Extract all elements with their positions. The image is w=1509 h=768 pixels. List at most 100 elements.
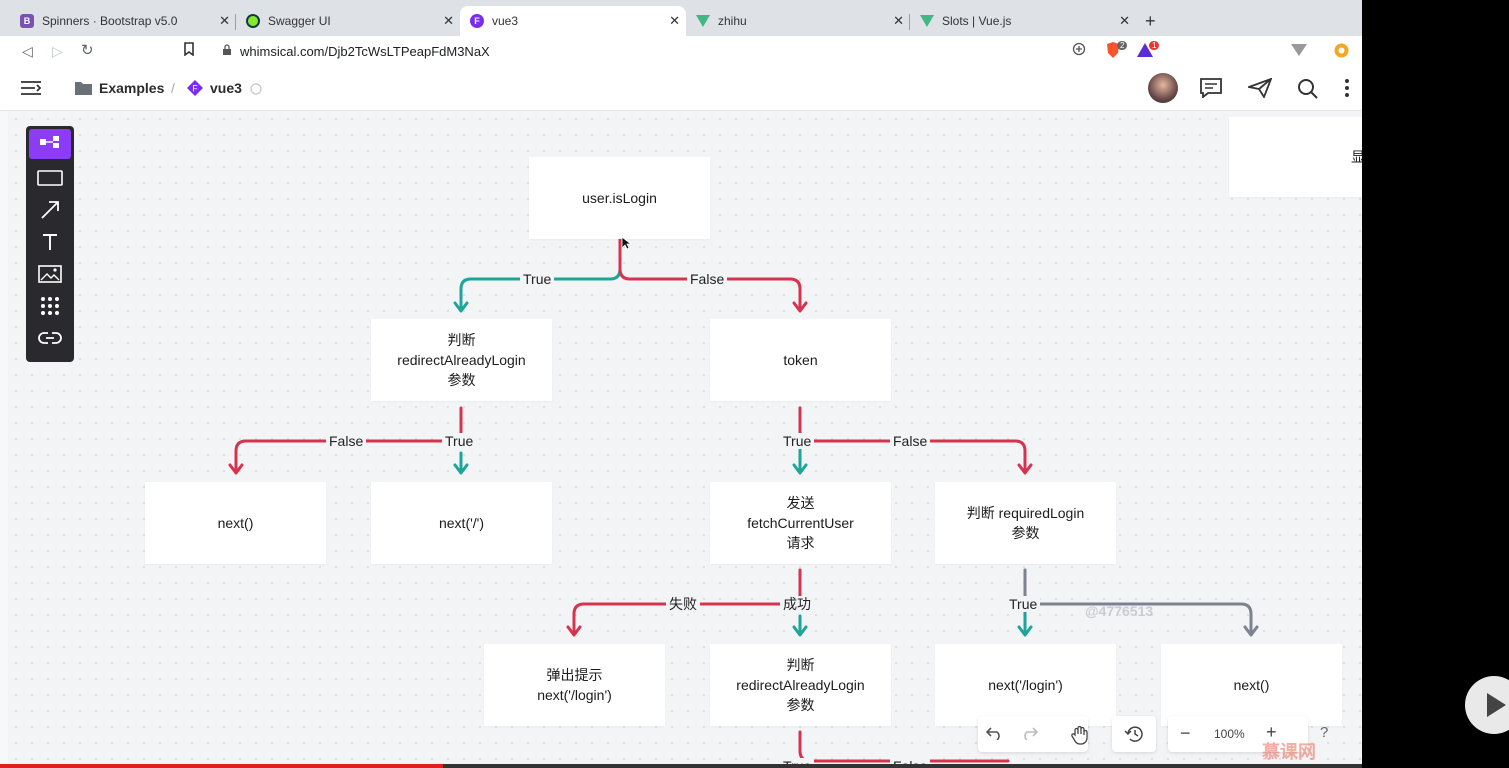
comment-icon[interactable] — [1200, 78, 1222, 103]
hand-tool-icon[interactable] — [1070, 725, 1090, 750]
grid-tool[interactable] — [32, 294, 68, 322]
play-icon — [1485, 692, 1507, 723]
connector-false — [798, 730, 1010, 763]
alert-badge: 1 — [1149, 41, 1160, 50]
tab-vue3[interactable]: F vue3 ✕ — [460, 6, 686, 36]
tab-label: Swagger UI — [268, 14, 331, 28]
folder-icon — [75, 81, 92, 100]
breadcrumb-separator: / — [171, 80, 175, 96]
tab-slots[interactable]: Slots | Vue.js ✕ — [910, 6, 1136, 36]
breadcrumb-file[interactable]: vue3 — [210, 80, 242, 96]
grid-dots-icon — [40, 296, 60, 321]
flow-node-next-root[interactable]: next('/') — [371, 482, 552, 564]
brand-watermark: 慕课网 — [1262, 742, 1316, 762]
new-tab-button[interactable]: + — [1145, 12, 1156, 30]
arrow-tool[interactable] — [32, 198, 68, 226]
extension-icon[interactable] — [1291, 43, 1307, 59]
tab-swagger[interactable]: Swagger UI ✕ — [236, 6, 460, 36]
flow-node-judge-redirect[interactable]: 判断 redirectAlreadyLogin 参数 — [371, 319, 552, 401]
rectangle-icon — [37, 169, 63, 191]
flow-node-partial[interactable]: 显 — [1229, 117, 1362, 197]
reload-icon[interactable]: ↻ — [81, 41, 94, 59]
add-site-icon[interactable] — [1072, 42, 1086, 59]
edge-label-true: True — [520, 271, 555, 287]
app-header: Examples / F vue3 — [0, 66, 1362, 111]
zoom-out-icon[interactable]: − — [1180, 723, 1191, 744]
avatar[interactable] — [1148, 73, 1178, 103]
tab-label: zhihu — [718, 14, 747, 28]
close-icon[interactable]: ✕ — [443, 13, 454, 29]
text-icon — [41, 233, 59, 256]
url-text[interactable]: whimsical.com/Djb2TcWsLTPeapFdM3NaX — [240, 44, 490, 59]
redo-icon[interactable] — [1020, 726, 1039, 745]
zoom-level[interactable]: 100% — [1214, 727, 1245, 741]
flow-node-next-login[interactable]: next('/login') — [935, 644, 1116, 726]
text-tool[interactable] — [32, 230, 68, 258]
shape-toolbar — [26, 126, 74, 362]
edge-label-fail: 失败 — [666, 596, 700, 612]
brave-badge: 2 — [1117, 41, 1128, 50]
extension-orange-icon[interactable] — [1334, 43, 1349, 61]
flow-node-partial-text: 显 — [1351, 149, 1362, 165]
vue-icon — [920, 15, 934, 27]
tab-bar: B Spinners · Bootstrap v5.0 ✕ Swagger UI… — [0, 0, 1362, 36]
tab-label: Spinners · Bootstrap v5.0 — [42, 14, 178, 28]
close-icon[interactable]: ✕ — [219, 13, 230, 29]
video-progress-bar[interactable] — [0, 764, 1362, 768]
help-button[interactable]: ? — [1320, 724, 1328, 741]
link-tool[interactable] — [32, 326, 68, 354]
whiteboard-canvas[interactable]: user.isLogin 判断 redirectAlreadyLogin 参数 … — [8, 111, 1362, 768]
address-bar[interactable]: whimsical.com/Djb2TcWsLTPeapFdM3NaX — [212, 39, 1092, 63]
vue-icon — [696, 15, 710, 27]
edge-label-true: True — [1006, 596, 1041, 612]
sidebar-toggle-icon[interactable] — [20, 80, 42, 101]
history-icon — [1124, 725, 1144, 748]
rectangle-tool[interactable] — [32, 166, 68, 194]
video-progress-fill — [0, 764, 443, 768]
flow-node-next-2[interactable]: next() — [1161, 644, 1342, 726]
sync-status-icon — [250, 82, 262, 100]
flow-node-judge-redirect-2[interactable]: 判断 redirectAlreadyLogin 参数 — [710, 644, 891, 726]
share-icon[interactable] — [1245, 77, 1273, 103]
back-icon[interactable]: ◁ — [22, 43, 33, 60]
flow-node-islogin[interactable]: user.isLogin — [529, 157, 710, 239]
bootstrap-icon: B — [20, 14, 34, 28]
flow-node-next[interactable]: next() — [145, 482, 326, 564]
forward-icon[interactable]: ▷ — [52, 43, 63, 60]
history-button[interactable] — [1112, 716, 1156, 752]
edge-label-true: True — [780, 433, 815, 449]
edge-label-true: True — [442, 433, 477, 449]
tab-zhihu[interactable]: zhihu ✕ — [686, 6, 910, 36]
video-side-panel — [1362, 0, 1509, 768]
flow-node-judge-required-login[interactable]: 判断 requiredLogin 参数 — [935, 482, 1116, 564]
bookmark-icon[interactable] — [183, 42, 195, 59]
flow-node-fetch-current-user[interactable]: 发送 fetchCurrentUser 请求 — [710, 482, 891, 564]
history-controls — [978, 716, 1088, 752]
close-icon[interactable]: ✕ — [669, 13, 680, 29]
close-icon[interactable]: ✕ — [1119, 13, 1130, 29]
breadcrumb-folder[interactable]: Examples — [99, 80, 164, 96]
link-icon — [38, 331, 62, 350]
flow-node-token[interactable]: token — [710, 319, 891, 401]
swagger-icon — [246, 14, 260, 28]
whimsical-icon: F — [470, 14, 484, 28]
edge-label-false: False — [687, 271, 728, 287]
tab-bootstrap[interactable]: B Spinners · Bootstrap v5.0 ✕ — [0, 6, 236, 36]
search-icon[interactable] — [1297, 78, 1319, 105]
arrow-icon — [40, 200, 60, 225]
undo-icon[interactable] — [985, 726, 1004, 745]
connector-neutral — [1023, 568, 1253, 633]
close-icon[interactable]: ✕ — [893, 13, 904, 29]
browser-window: B Spinners · Bootstrap v5.0 ✕ Swagger UI… — [0, 0, 1362, 768]
image-tool[interactable] — [32, 262, 68, 290]
flowchart-tool[interactable] — [29, 129, 71, 159]
play-button[interactable] — [1465, 676, 1509, 734]
svg-text:F: F — [192, 84, 198, 94]
more-menu-icon[interactable] — [1344, 78, 1350, 103]
image-icon — [38, 264, 62, 288]
edge-label-false: False — [326, 433, 367, 449]
flow-node-popup[interactable]: 弹出提示 next('/login') — [484, 644, 665, 726]
flowchart-icon — [39, 135, 61, 154]
tab-label: vue3 — [492, 14, 519, 28]
whimsical-file-icon: F — [187, 80, 203, 101]
